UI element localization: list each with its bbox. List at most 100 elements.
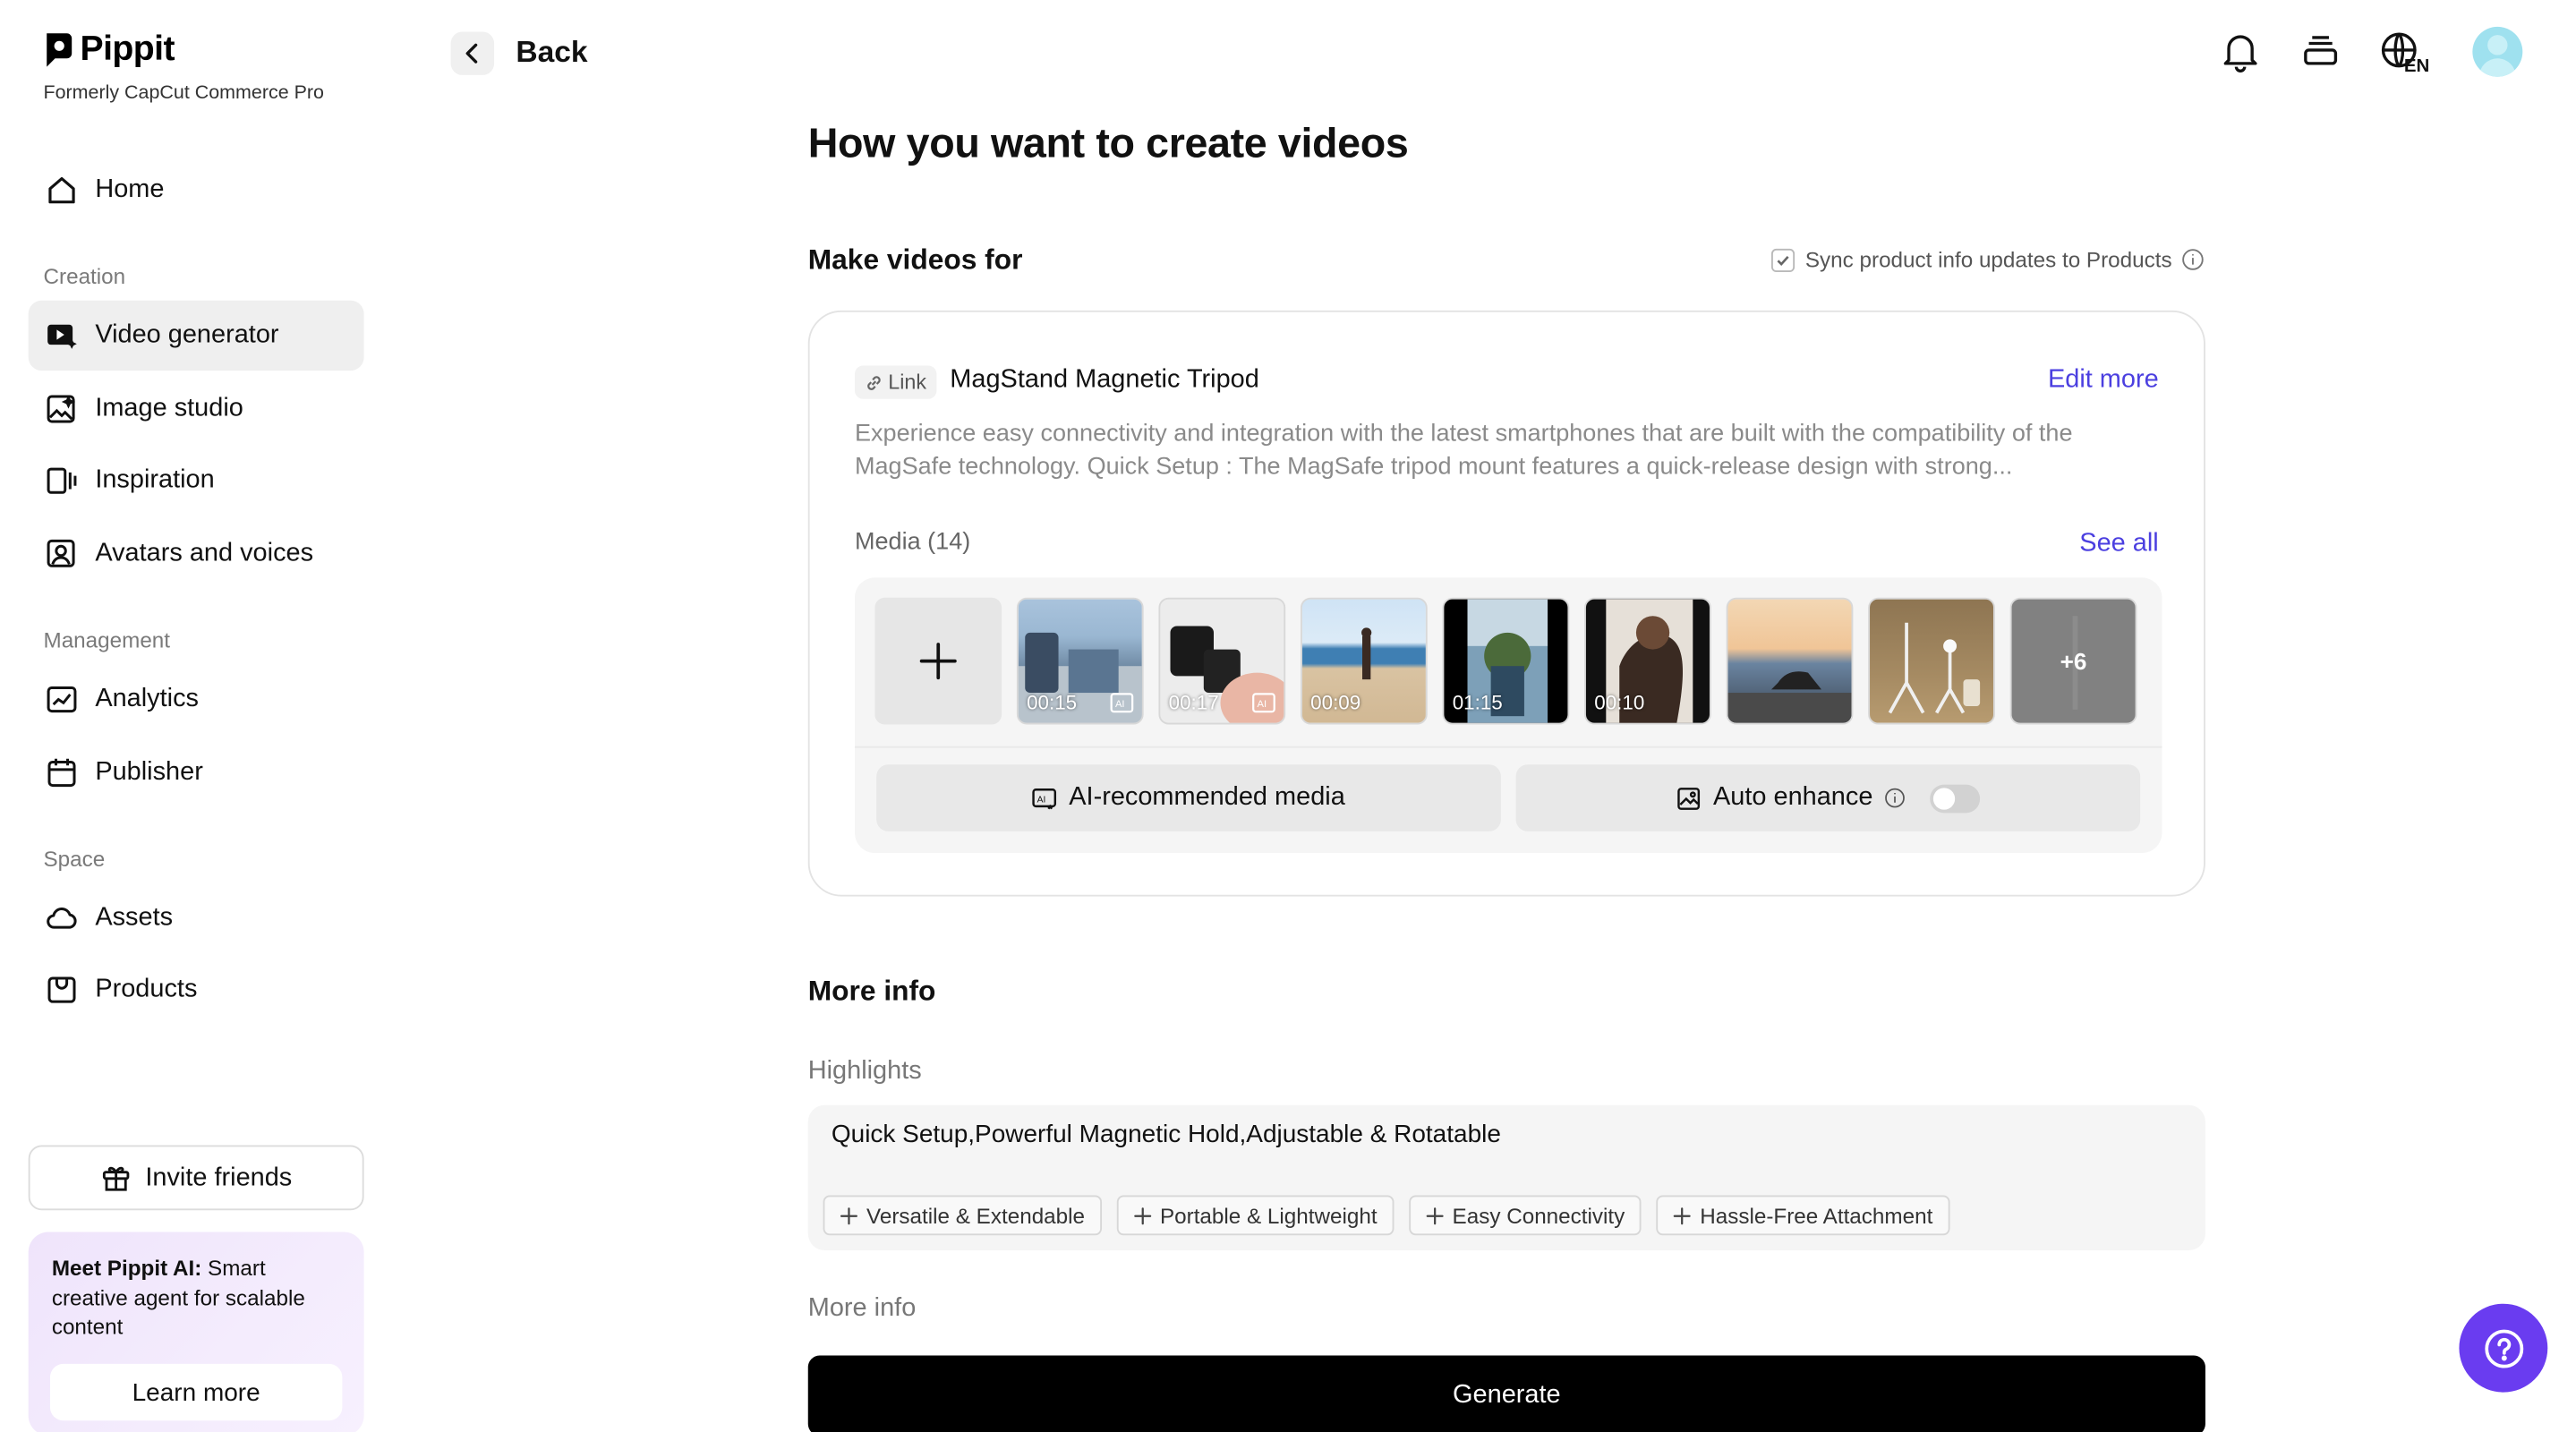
media-duration: 00:15	[1027, 691, 1078, 715]
plus-icon	[1674, 1206, 1692, 1224]
media-thumbnail-more[interactable]: +6	[2009, 597, 2137, 725]
make-videos-for-heading: Make videos for	[807, 243, 1023, 276]
more-media-count: +6	[2011, 599, 2136, 723]
promo-text: Meet Pippit AI: Smart creative agent for…	[52, 1254, 341, 1342]
svg-text:AI: AI	[1115, 699, 1125, 710]
sidebar-item-video-generator[interactable]: Video generator	[28, 300, 364, 371]
page-title: How you want to create videos	[807, 120, 1409, 167]
brand-logo[interactable]: Pippit	[43, 30, 175, 71]
plus-icon	[1426, 1206, 1444, 1224]
gift-icon	[103, 1166, 130, 1191]
sidebar-item-products[interactable]: Products	[29, 955, 364, 1025]
suggestion-chip[interactable]: Easy Connectivity	[1409, 1195, 1642, 1236]
sidebar-item-label: Inspiration	[95, 465, 215, 495]
highlight-suggestions: Versatile & Extendable Portable & Lightw…	[823, 1195, 1949, 1236]
sidebar-item-publisher[interactable]: Publisher	[29, 737, 364, 807]
highlights-label: Highlights	[807, 1056, 922, 1086]
media-thumbnail[interactable]: 00:10	[1584, 597, 1711, 725]
enhance-image-icon	[1677, 787, 1701, 809]
media-row: 00:15 AI 00:17 AI 00:09 01:15 00:10 +6	[874, 597, 2137, 725]
sidebar-item-label: Avatars and voices	[95, 539, 314, 568]
suggestion-chip-label: Hassle-Free Attachment	[1700, 1202, 1933, 1228]
calendar-icon	[47, 758, 76, 788]
back-label[interactable]: Back	[516, 35, 587, 70]
inspiration-icon	[47, 467, 77, 494]
user-avatar[interactable]	[2472, 26, 2523, 77]
auto-enhance-toggle[interactable]	[1929, 783, 1980, 813]
media-thumbnail[interactable]	[1868, 597, 1995, 725]
plus-icon	[919, 643, 957, 680]
ai-media-icon: AI	[1032, 788, 1057, 809]
suggestion-chip[interactable]: Portable & Lightweight	[1116, 1195, 1395, 1236]
source-link-tag: Link	[854, 365, 937, 399]
media-thumbnail[interactable]	[1726, 597, 1854, 725]
media-thumbnail[interactable]: 00:09	[1300, 597, 1428, 725]
media-panel: 00:15 AI 00:17 AI 00:09 01:15 00:10 +6 A…	[854, 577, 2162, 854]
analytics-icon	[47, 686, 77, 713]
help-button[interactable]	[2459, 1303, 2548, 1393]
media-thumbnail[interactable]: 00:15 AI	[1016, 597, 1144, 725]
sidebar-item-inspiration[interactable]: Inspiration	[29, 446, 364, 516]
promo-bold: Meet Pippit AI:	[51, 1255, 202, 1281]
sidebar-item-label: Video generator	[95, 320, 279, 349]
suggestion-chip-label: Versatile & Extendable	[866, 1202, 1086, 1228]
highlights-input-value[interactable]: Quick Setup,Powerful Magnetic Hold,Adjus…	[832, 1121, 1501, 1149]
ai-recommended-media-button[interactable]: AI AI-recommended media	[876, 764, 1501, 831]
product-name: MagStand Magnetic Tripod	[950, 365, 1259, 395]
svg-text:AI: AI	[1037, 794, 1046, 804]
highlights-field[interactable]: Quick Setup,Powerful Magnetic Hold,Adjus…	[807, 1104, 2205, 1251]
learn-more-button[interactable]: Learn more	[49, 1363, 343, 1421]
panel-divider	[854, 746, 2162, 748]
suggestion-chip[interactable]: Hassle-Free Attachment	[1656, 1195, 1949, 1236]
sidebar-item-avatars-voices[interactable]: Avatars and voices	[29, 519, 364, 589]
auto-enhance-control[interactable]: Auto enhance	[1515, 764, 2141, 831]
media-duration: 00:09	[1310, 691, 1361, 715]
back-button[interactable]	[450, 31, 495, 75]
more-info-label: More info	[807, 1293, 917, 1323]
svg-text:AI: AI	[1257, 699, 1267, 710]
media-thumbnail[interactable]: 01:15	[1442, 597, 1570, 725]
generate-button[interactable]: Generate	[807, 1355, 2205, 1432]
home-icon	[48, 176, 75, 204]
ai-recommended-label: AI-recommended media	[1069, 782, 1345, 812]
brand-name: Pippit	[80, 30, 175, 69]
media-duration: 00:17	[1168, 691, 1219, 715]
sidebar-item-home[interactable]: Home	[29, 155, 364, 225]
pippit-logo-icon	[47, 33, 73, 67]
image-studio-icon	[47, 395, 76, 423]
edit-more-link[interactable]: Edit more	[2048, 365, 2159, 396]
check-icon	[1778, 255, 1790, 266]
sidebar-item-label: Home	[95, 175, 165, 204]
cloud-icon	[47, 908, 77, 929]
section-label-space: Space	[43, 846, 106, 872]
media-duration: 01:15	[1452, 691, 1503, 715]
layers-icon[interactable]	[2299, 30, 2341, 73]
bell-icon[interactable]	[2219, 30, 2262, 73]
suggestion-chip[interactable]: Versatile & Extendable	[823, 1195, 1102, 1236]
sidebar-item-label: Assets	[95, 903, 174, 932]
sidebar-item-label: Products	[95, 975, 198, 1003]
svg-text:EN: EN	[2404, 55, 2429, 73]
sidebar-item-assets[interactable]: Assets	[29, 883, 364, 953]
video-generator-icon	[47, 324, 77, 349]
product-box-icon	[47, 976, 76, 1003]
plus-icon	[1133, 1206, 1151, 1224]
help-question-icon	[2484, 1328, 2523, 1368]
sidebar-item-analytics[interactable]: Analytics	[29, 664, 364, 734]
auto-enhance-label: Auto enhance	[1712, 782, 1873, 812]
top-right-toolbar: EN	[2219, 26, 2523, 77]
product-card: Link MagStand Magnetic Tripod Edit more …	[807, 310, 2205, 897]
sidebar-item-image-studio[interactable]: Image studio	[29, 374, 364, 444]
add-media-button[interactable]	[874, 597, 1002, 725]
language-globe-icon[interactable]: EN	[2379, 30, 2435, 73]
sync-checkbox[interactable]	[1771, 247, 1796, 272]
see-all-link[interactable]: See all	[2079, 529, 2158, 559]
info-icon[interactable]	[1884, 788, 1905, 808]
link-icon	[867, 375, 881, 389]
sidebar-item-label: Publisher	[95, 757, 203, 787]
invite-friends-button[interactable]: Invite friends	[28, 1145, 364, 1211]
brand-subtitle: Formerly CapCut Commerce Pro	[43, 83, 324, 104]
sync-product-info[interactable]: Sync product info updates to Products	[1771, 247, 2205, 272]
info-icon[interactable]	[2182, 249, 2204, 270]
media-thumbnail[interactable]: 00:17 AI	[1158, 597, 1286, 725]
